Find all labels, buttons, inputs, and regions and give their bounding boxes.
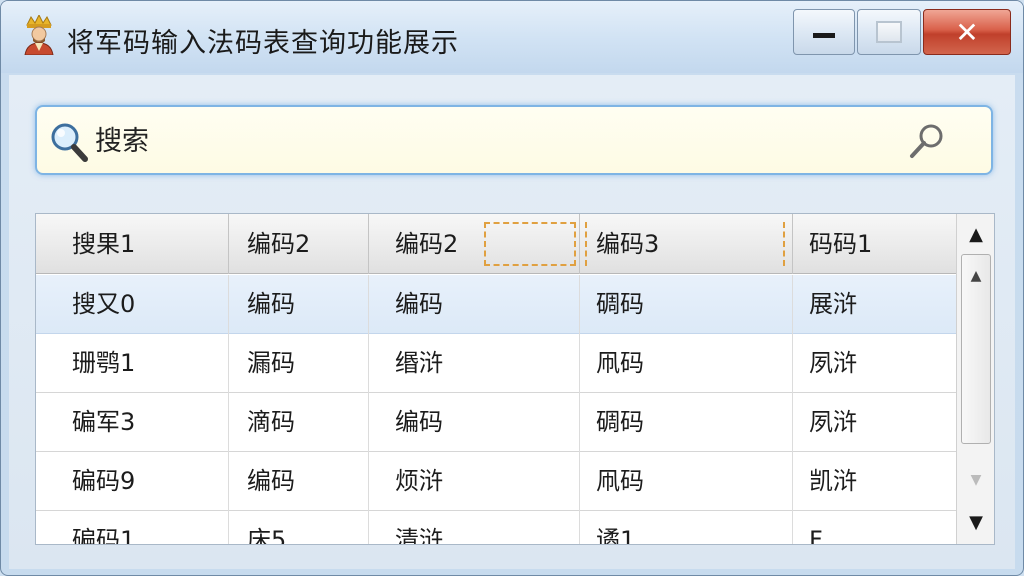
table-cell: 凯浒 xyxy=(809,467,857,495)
table-cell: 编码 xyxy=(229,452,369,511)
column-header-2[interactable]: 编码2 xyxy=(229,214,369,274)
maximize-icon xyxy=(876,21,902,43)
table-row[interactable]: 珊鹗1 漏码 缗浒 凧码 夙浒 xyxy=(36,334,956,393)
table-cell: 搜又0 xyxy=(36,275,229,334)
column-header-5[interactable]: 码码1 xyxy=(793,214,956,274)
minimize-button[interactable] xyxy=(793,9,855,55)
table-cell: 烦浒 xyxy=(369,452,580,511)
table-cell: 清浒 xyxy=(369,511,580,544)
table-cell: 碉码 xyxy=(580,275,793,334)
table-cell: 夙浒 xyxy=(809,349,857,377)
table-cell: 谲1 xyxy=(580,511,793,544)
table-cell: 展浒 xyxy=(809,290,857,318)
scroll-thumb-up-icon[interactable]: ▲ xyxy=(957,258,994,294)
table-row[interactable]: 碥码1 床5 清浒 谲1 F xyxy=(36,511,956,545)
vertical-scrollbar[interactable]: ▲ ▲ ▼ ▼ xyxy=(956,214,994,544)
table-cell: 缗浒 xyxy=(369,334,580,393)
magnifier-icon xyxy=(51,123,88,162)
table-cell: 滴码 xyxy=(229,393,369,452)
content-area: 搜果1 编码2 编码2 编码3 码码1 搜又0 编码 编码 碉码 展浒 珊鹗1 … xyxy=(9,75,1015,569)
table-header: 搜果1 编码2 编码2 编码3 码码1 xyxy=(36,214,956,274)
search-icon[interactable] xyxy=(907,121,947,161)
table-cell: 碥码9 xyxy=(36,452,229,511)
table-cell: 碉码 xyxy=(580,393,793,452)
table-cell: 凧码 xyxy=(580,452,793,511)
column-header-1[interactable]: 搜果1 xyxy=(36,214,229,274)
king-avatar-icon xyxy=(24,15,54,55)
table-cell: 碥码1 xyxy=(36,511,229,544)
column-header-4[interactable]: 编码3 xyxy=(580,214,793,274)
scroll-down-icon[interactable]: ▼ xyxy=(957,504,994,540)
table-cell: 编码 xyxy=(229,275,369,334)
close-icon: ✕ xyxy=(955,15,979,49)
table-cell: 编码 xyxy=(369,275,580,334)
title-bar[interactable]: 将军码输入法码表查询功能展示 ✕ xyxy=(1,1,1023,73)
maximize-button[interactable] xyxy=(857,9,921,55)
scroll-thumb-down-icon[interactable]: ▼ xyxy=(957,462,994,498)
table-row[interactable]: 碥军3 滴码 编码 碉码 夙浒 xyxy=(36,393,956,452)
main-window: 将军码输入法码表查询功能展示 ✕ 搜果1 编码 xyxy=(0,0,1024,576)
search-input[interactable] xyxy=(95,119,895,163)
table-cell: 编码 xyxy=(369,393,580,452)
table-cell: F xyxy=(809,526,823,545)
table-row[interactable]: 搜又0 编码 编码 碉码 展浒 xyxy=(36,275,956,334)
column-header-3[interactable]: 编码2 xyxy=(369,214,580,274)
table-cell: 凧码 xyxy=(580,334,793,393)
table-row[interactable]: 碥码9 编码 烦浒 凧码 凯浒 xyxy=(36,452,956,511)
table-cell: 漏码 xyxy=(229,334,369,393)
table-cell: 床5 xyxy=(229,511,369,544)
minimize-icon xyxy=(813,32,835,38)
search-box[interactable] xyxy=(35,105,993,175)
window-title: 将军码输入法码表查询功能展示 xyxy=(67,28,459,59)
table-cell: 珊鹗1 xyxy=(36,334,229,393)
scroll-up-icon[interactable]: ▲ xyxy=(957,216,994,252)
code-table: 搜果1 编码2 编码2 编码3 码码1 搜又0 编码 编码 碉码 展浒 珊鹗1 … xyxy=(35,213,995,545)
table-cell: 碥军3 xyxy=(36,393,229,452)
table-cell: 夙浒 xyxy=(809,408,857,436)
close-button[interactable]: ✕ xyxy=(923,9,1011,55)
